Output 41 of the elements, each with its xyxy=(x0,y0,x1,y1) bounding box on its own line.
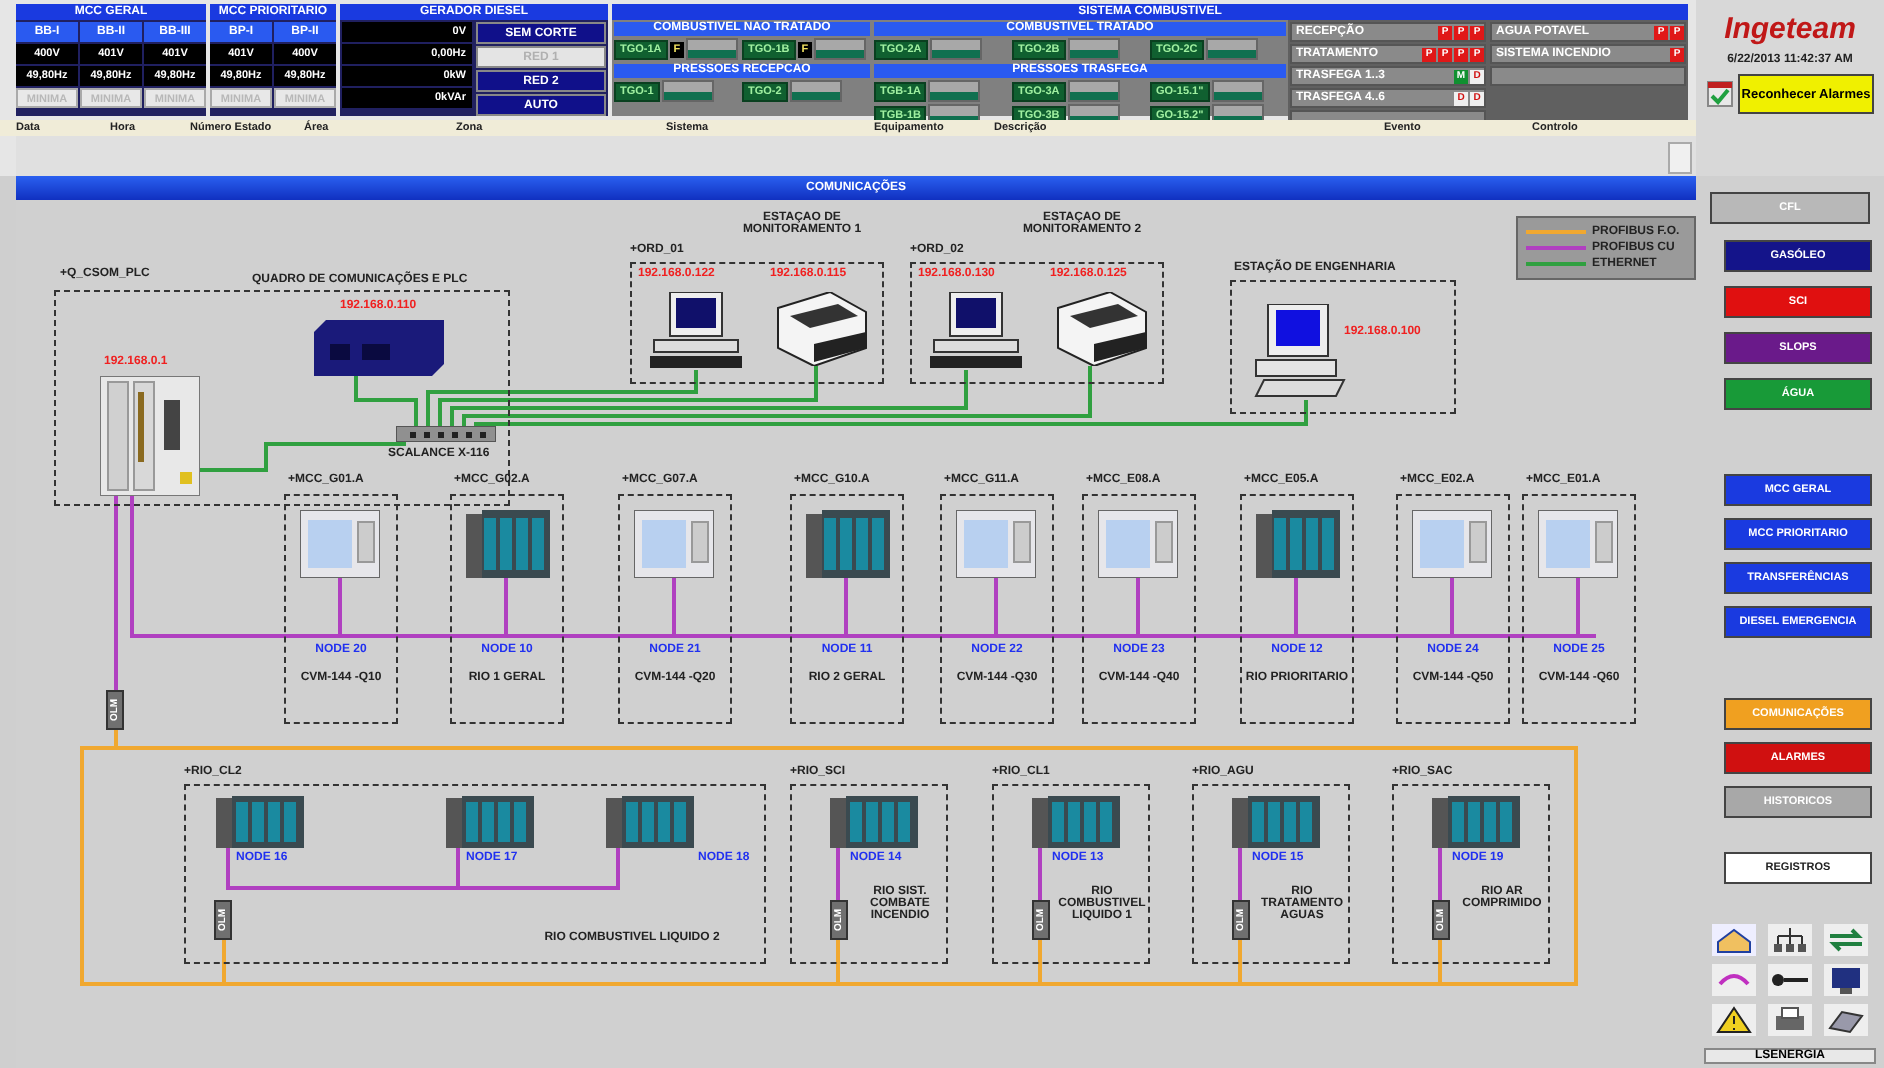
network-icon[interactable] xyxy=(1768,924,1812,956)
power-meter-icon xyxy=(1538,510,1618,578)
power-meter-icon xyxy=(300,510,380,578)
key-icon[interactable] xyxy=(1768,964,1812,996)
value-display xyxy=(1205,38,1258,60)
checkmark-icon xyxy=(1706,80,1734,108)
value-display xyxy=(661,80,714,102)
network-switch-icon xyxy=(314,320,444,376)
io-rack-icon xyxy=(216,796,304,848)
value-display xyxy=(1067,80,1120,102)
switch-strip-icon xyxy=(396,426,496,442)
printer-icon[interactable] xyxy=(1768,1004,1812,1036)
io-rack-icon xyxy=(830,796,918,848)
value-display xyxy=(928,80,981,102)
power-meter-icon xyxy=(1412,510,1492,578)
value-display xyxy=(814,38,867,60)
io-rack-icon xyxy=(606,796,694,848)
value-display xyxy=(929,38,982,60)
value-display xyxy=(1067,38,1120,60)
io-rack-icon xyxy=(1232,796,1320,848)
computer-icon xyxy=(926,292,1026,370)
computer-icon xyxy=(646,292,746,370)
io-rack-icon xyxy=(806,510,890,578)
transfer-icon[interactable] xyxy=(1824,924,1868,956)
monitor-icon[interactable] xyxy=(1824,964,1868,996)
power-meter-icon xyxy=(956,510,1036,578)
computer-icon xyxy=(1252,304,1348,400)
power-meter-icon xyxy=(634,510,714,578)
io-rack-icon xyxy=(1432,796,1520,848)
value-display xyxy=(686,38,739,60)
logo: Ingeteam xyxy=(1724,12,1856,46)
warning-icon[interactable] xyxy=(1712,1004,1756,1036)
power-meter-icon xyxy=(1098,510,1178,578)
io-rack-icon xyxy=(446,796,534,848)
io-rack-icon xyxy=(466,510,550,578)
io-rack-icon xyxy=(1256,510,1340,578)
io-rack-icon xyxy=(1032,796,1120,848)
plc-rack-icon xyxy=(100,376,200,496)
value-display xyxy=(789,80,842,102)
home-icon[interactable] xyxy=(1712,924,1756,956)
value-display xyxy=(1211,80,1264,102)
